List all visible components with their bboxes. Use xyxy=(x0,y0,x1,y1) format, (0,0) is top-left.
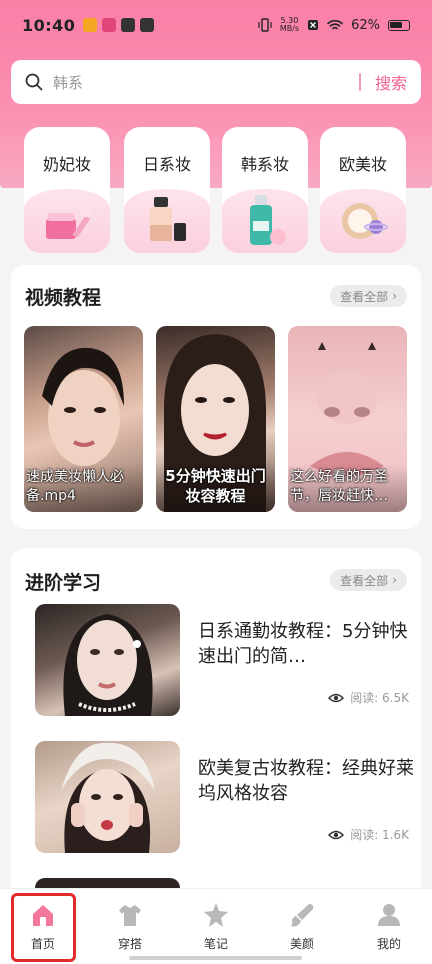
category-label: 奶妃妆 xyxy=(42,155,91,174)
video-thumbnail[interactable]: 这么好看的万圣节，唇妆赶快… xyxy=(288,326,407,512)
see-all-label: 查看全部 xyxy=(340,289,389,304)
article-item[interactable]: 欧美复古妆教程：经典好莱坞风格妆容 阅读: 1.6K xyxy=(35,741,419,853)
status-time: 10:40 xyxy=(22,15,76,35)
category-label: 韩系妆 xyxy=(240,155,289,174)
battery-percent: 62% xyxy=(351,17,380,33)
star-icon xyxy=(204,903,228,927)
chevron-right-icon: › xyxy=(392,289,397,303)
tab-notes[interactable]: 笔记 xyxy=(186,901,246,952)
eye-icon xyxy=(328,693,345,702)
article-item[interactable]: 日系通勤妆教程：5分钟快速出门的简… 阅读: 6.5K xyxy=(35,604,419,716)
chevron-right-icon: › xyxy=(392,573,397,587)
article-read-count: 阅读: 6.5K xyxy=(328,689,409,706)
see-all-button[interactable]: 查看全部 › xyxy=(330,569,407,591)
app-notification-icon xyxy=(102,18,117,32)
search-bar[interactable]: 韩系 搜索 xyxy=(11,60,421,104)
face-illustration xyxy=(63,614,153,716)
mail-icon xyxy=(121,18,136,32)
face-illustration xyxy=(61,742,155,853)
article-title: 日系通勤妆教程：5分钟快速出门的简… xyxy=(198,621,408,667)
tab-label: 笔记 xyxy=(203,937,228,951)
search-divider xyxy=(358,73,361,91)
tab-label: 穿搭 xyxy=(117,937,142,951)
video-thumbnail[interactable]: 速成美妆懒人必备.mp4 xyxy=(24,326,143,512)
category-label: 欧美妆 xyxy=(338,155,387,174)
home-indicator[interactable] xyxy=(129,956,302,960)
app-notification-icon xyxy=(83,18,98,32)
video-caption: 5分钟快速出门妆容教程 xyxy=(156,462,275,512)
article-title: 欧美复古妆教程：经典好莱坞风格妆容 xyxy=(198,758,414,804)
see-all-label: 查看全部 xyxy=(340,573,389,588)
person-icon xyxy=(378,904,400,926)
brush-icon xyxy=(291,904,314,927)
article-read-count: 阅读: 1.6K xyxy=(328,826,409,843)
tab-beauty[interactable]: 美颜 xyxy=(272,901,332,952)
read-count: 阅读: 1.6K xyxy=(350,828,409,842)
toner-bottle-icon xyxy=(250,195,286,245)
article-thumbnail-peek xyxy=(35,878,180,888)
search-icon xyxy=(25,73,43,91)
skincare-jar-icon xyxy=(46,209,91,239)
tab-label: 我的 xyxy=(376,937,401,951)
video-caption: 速成美妆懒人必备.mp4 xyxy=(24,464,143,512)
search-input[interactable]: 韩系 xyxy=(53,72,359,93)
no-sim-icon xyxy=(308,20,319,30)
tab-label: 美颜 xyxy=(289,937,314,951)
category-card[interactable]: 欧美妆 xyxy=(320,127,406,253)
wifi-icon xyxy=(327,19,343,30)
section-title: 进阶学习 xyxy=(25,572,102,594)
net-speed: 5.30 MB/s xyxy=(280,17,299,33)
article-thumbnail xyxy=(35,741,180,853)
category-card[interactable]: 韩系妆 xyxy=(222,127,308,253)
active-tab-highlight xyxy=(11,893,76,962)
category-card[interactable]: 奶妃妆 xyxy=(24,127,110,253)
notification-icons xyxy=(83,18,155,32)
foundation-bottle-icon xyxy=(150,197,186,241)
compact-mirror-icon xyxy=(342,203,388,239)
tshirt-icon xyxy=(119,905,141,926)
video-caption: 这么好看的万圣节，唇妆赶快… xyxy=(288,464,407,512)
status-bar: 10:40 5.30 MB/s 62% xyxy=(0,0,432,50)
section-title: 视频教程 xyxy=(25,287,102,309)
battery-icon xyxy=(388,19,410,31)
article-thumbnail xyxy=(35,604,180,716)
status-right: 5.30 MB/s 62% xyxy=(258,17,410,33)
net-speed-unit: MB/s xyxy=(279,24,300,33)
tab-profile[interactable]: 我的 xyxy=(359,901,419,952)
play-icon xyxy=(140,18,155,32)
video-section: 视频教程 查看全部 › 速成美妆懒人必备.mp4 5分钟快速出门妆容教程 这么好… xyxy=(11,265,421,529)
read-count: 阅读: 6.5K xyxy=(350,691,409,705)
eye-icon xyxy=(328,830,345,839)
video-thumbnail[interactable]: 5分钟快速出门妆容教程 xyxy=(156,326,275,512)
category-row: 奶妃妆 日系妆 韩系妆 欧美妆 xyxy=(24,127,414,253)
tab-outfit[interactable]: 穿搭 xyxy=(100,901,160,952)
see-all-button[interactable]: 查看全部 › xyxy=(330,285,407,307)
vibrate-icon xyxy=(258,18,272,32)
category-card[interactable]: 日系妆 xyxy=(124,127,210,253)
category-label: 日系妆 xyxy=(142,155,191,174)
search-button[interactable]: 搜索 xyxy=(375,70,407,94)
